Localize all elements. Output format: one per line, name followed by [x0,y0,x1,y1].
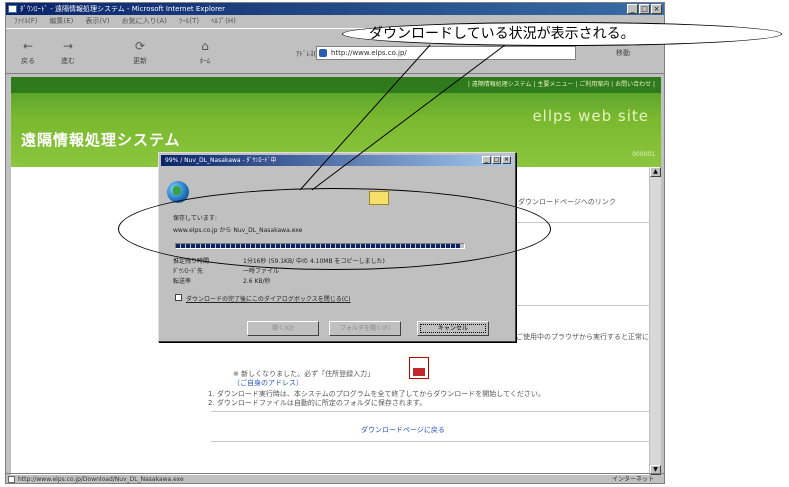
forward-arrow-icon: → [62,39,74,53]
go-button[interactable]: 移動 [616,48,630,58]
dialog-title-bar: 99% / Nuv_DL_Nasakawa - ﾀﾞｳﾝﾛｰﾄﾞ中 _ □ × [161,155,513,166]
address-input[interactable]: http://www.elps.co.jp/ [316,46,576,60]
transfer-rate-value: 2.6 KB/秒 [243,278,271,285]
close-on-complete-checkbox[interactable] [175,294,182,301]
dialog-minimize-button[interactable]: _ [482,156,491,164]
dialog-title: 99% / Nuv_DL_Nasakawa - ﾀﾞｳﾝﾛｰﾄﾞ中 [165,157,277,164]
forward-button[interactable]: → 進む [54,39,82,66]
banner-nav-links[interactable]: | 遠隔情報処理システム | 主要メニュー | ご利用案内 | お問い合わせ | [11,77,661,93]
scroll-up-icon[interactable]: ▲ [650,167,661,177]
refresh-icon: ⟳ [134,39,146,53]
refresh-button[interactable]: ⟳ 更新 [126,39,154,66]
time-left-label: 推定残り時間 [173,258,210,265]
ie-icon [8,5,17,13]
vertical-scrollbar[interactable]: ▲ ▼ [649,167,661,475]
close-on-complete-label[interactable]: ダウンロードの完了後にこのダイアログボックスを閉じる(C) [186,294,351,303]
note-item: 2. ダウンロードファイルは自動的に所定のフォルダに保存されます。 [208,399,427,407]
download-page-link[interactable]: ダウンロードページへのリンク [518,197,616,207]
menu-file[interactable]: ﾌｧｲﾙ(F) [14,15,38,28]
notice-link[interactable]: （ご自身のアドレス） [233,378,303,388]
menu-edit[interactable]: 編集(E) [50,15,74,28]
back-arrow-icon: ← [22,39,34,53]
saving-label: 保存しています: [173,215,217,222]
window-title-bar: ﾀﾞｳﾝﾛｰﾄﾞ - 遠隔情報処理システム - Microsoft Intern… [6,3,664,15]
menu-help[interactable]: ﾍﾙﾌﾟ(H) [211,15,236,28]
system-title: 遠隔情報処理システム [21,131,181,149]
security-zone: インターネット [611,476,654,483]
menu-favorites[interactable]: お気に入り(A) [122,15,167,28]
back-to-download-link[interactable]: ダウンロードページに戻る [361,425,445,435]
pdf-icon[interactable] [409,357,429,379]
folder-icon [369,191,389,205]
divider [211,411,651,412]
minimize-button[interactable]: _ [627,4,638,14]
destination-label: ﾀﾞｳﾝﾛｰﾄﾞ先 [173,268,204,275]
page-icon [8,476,15,483]
globe-icon [167,181,189,203]
open-button[interactable]: 開く(O) [247,321,319,336]
maximize-button[interactable]: □ [639,4,650,14]
callout-text: ダウンロードしている状況が表示される。 [369,26,635,42]
page-code: 000001 [632,151,655,158]
dialog-maximize-button[interactable]: □ [492,156,501,164]
annotation-callout: ダウンロードしている状況が表示される。 [342,22,782,46]
download-dialog: 99% / Nuv_DL_Nasakawa - ﾀﾞｳﾝﾛｰﾄﾞ中 _ □ × … [158,152,516,342]
time-left-value: 1分16秒 (59.1KB/ 中の 4.10MB をコピーしました) [243,258,385,265]
download-progress-bar [175,243,465,249]
home-button[interactable]: ⌂ ﾎｰﾑ [191,39,219,66]
site-name: ellps web site [532,107,649,125]
back-button[interactable]: ← 戻る [14,39,42,66]
home-icon: ⌂ [201,39,209,53]
progress-fill [176,244,462,248]
window-title: ﾀﾞｳﾝﾛｰﾄﾞ - 遠隔情報処理システム - Microsoft Intern… [20,5,225,13]
status-url: http://www.elps.co.jp/Download/Nuv_DL_Na… [18,476,184,483]
status-bar: http://www.elps.co.jp/Download/Nuv_DL_Na… [6,473,664,485]
menu-view[interactable]: 表示(V) [85,15,109,28]
cancel-button[interactable]: キャンセル [417,321,489,336]
destination-value: 一時ファイル [243,268,280,275]
close-button[interactable]: × [651,4,662,14]
dialog-close-button[interactable]: × [502,156,511,164]
transfer-rate-label: 転送率 [173,278,192,285]
divider [211,441,651,442]
page-icon [319,49,327,57]
browser-note: ご使用中のプラウザから実行すると正常に [516,333,649,341]
open-folder-button[interactable]: フォルダを開く(F) [329,321,401,336]
menu-tools[interactable]: ﾂｰﾙ(T) [179,15,199,28]
download-source: www.elps.co.jp から Nuv_DL_Nasakawa.exe [173,227,303,234]
